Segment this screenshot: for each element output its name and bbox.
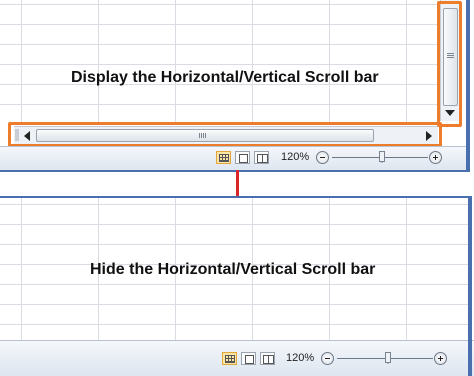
zoom-slider-thumb[interactable] — [385, 352, 391, 364]
window-border — [0, 196, 472, 198]
zoom-in-icon[interactable] — [429, 151, 442, 164]
window-border — [466, 0, 470, 172]
page-break-icon — [257, 154, 268, 163]
vertical-scrollbar-highlight — [437, 1, 462, 127]
caption-hide-scrollbars: Hide the Horizontal/Vertical Scroll bar — [90, 261, 376, 278]
page-break-preview-button[interactable] — [260, 352, 275, 365]
normal-view-button[interactable] — [222, 352, 237, 365]
window-border — [468, 196, 472, 376]
page-break-icon — [263, 355, 274, 364]
zoom-out-icon[interactable] — [321, 352, 334, 365]
page-break-preview-button[interactable] — [254, 151, 269, 164]
excel-window-with-scrollbars: Display the Horizontal/Vertical Scroll b… — [0, 0, 468, 172]
page-layout-icon — [245, 355, 254, 364]
page-layout-view-button[interactable] — [235, 151, 250, 164]
excel-window-without-scrollbars: 120% — [0, 196, 474, 376]
zoom-level-label[interactable]: 120% — [281, 151, 309, 163]
zoom-out-icon[interactable] — [316, 151, 329, 164]
zoom-slider-thumb[interactable] — [379, 151, 385, 163]
normal-view-icon — [219, 154, 229, 162]
zoom-in-icon[interactable] — [434, 352, 447, 365]
zoom-level-label[interactable]: 120% — [286, 352, 314, 364]
window-border — [0, 170, 470, 172]
worksheet-grid[interactable] — [0, 0, 438, 122]
normal-view-button[interactable] — [216, 151, 231, 164]
status-bar: 120% — [0, 146, 468, 171]
horizontal-scrollbar-highlight — [8, 122, 442, 147]
page-layout-view-button[interactable] — [241, 352, 256, 365]
caption-display-scrollbars: Display the Horizontal/Vertical Scroll b… — [71, 69, 379, 86]
page-layout-icon — [239, 154, 248, 163]
normal-view-icon — [225, 355, 235, 363]
status-bar: 120% — [0, 340, 474, 376]
